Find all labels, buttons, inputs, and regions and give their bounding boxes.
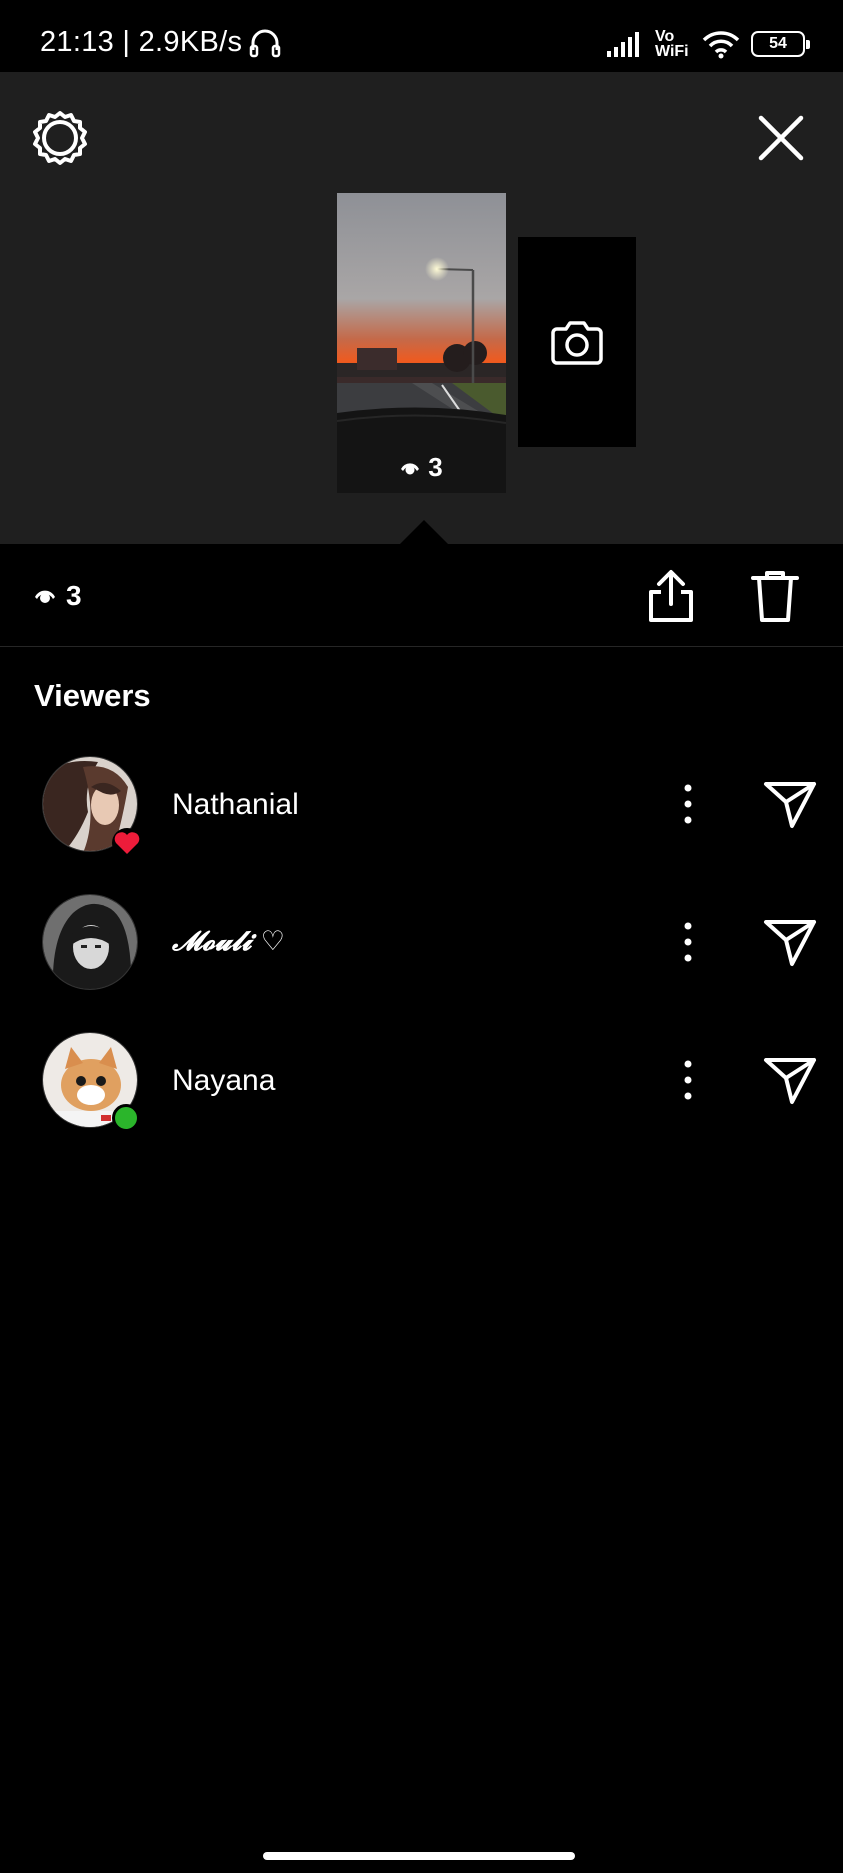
send-icon[interactable] xyxy=(762,1054,818,1106)
views-summary: 3 xyxy=(34,580,82,612)
reaction-badge xyxy=(112,828,142,858)
headphones-icon xyxy=(250,29,281,57)
close-icon[interactable] xyxy=(751,108,811,168)
story-preview-area: 3 xyxy=(0,72,843,544)
more-options-icon[interactable] xyxy=(668,1058,708,1102)
trash-icon[interactable] xyxy=(750,568,800,624)
send-icon[interactable] xyxy=(762,916,818,968)
send-icon[interactable] xyxy=(762,778,818,830)
story-image xyxy=(337,193,506,493)
battery-indicator: 54 xyxy=(751,31,810,57)
more-options-icon[interactable] xyxy=(668,920,708,964)
status-time-speed: 21:13 | 2.9KB/s xyxy=(40,26,243,58)
story-thumbnail[interactable]: 3 xyxy=(337,193,506,493)
action-row: 3 xyxy=(0,544,843,647)
viewer-name[interactable]: 𝓜𝓸𝓾𝓵𝓲 ♡ xyxy=(172,926,285,958)
viewers-heading: Viewers xyxy=(34,678,151,713)
wifi-icon xyxy=(702,31,740,59)
viewer-row[interactable]: Nayana xyxy=(0,1024,843,1134)
more-options-icon[interactable] xyxy=(668,782,708,826)
selection-pointer xyxy=(400,520,448,544)
status-right: Vo WiFi 54 xyxy=(605,26,810,62)
viewer-row[interactable]: Nathanial xyxy=(0,748,843,858)
gear-icon[interactable] xyxy=(30,108,90,168)
story-view-count: 3 xyxy=(337,452,506,483)
home-indicator[interactable] xyxy=(263,1852,575,1860)
battery-level: 54 xyxy=(769,35,787,52)
signal-icon xyxy=(607,32,639,57)
eye-icon xyxy=(401,462,420,474)
story-views-number: 3 xyxy=(428,452,443,482)
viewer-name[interactable]: Nayana xyxy=(172,1064,275,1098)
views-count-number: 3 xyxy=(66,580,82,611)
viewer-row[interactable]: 𝓜𝓸𝓾𝓵𝓲 ♡ xyxy=(0,886,843,996)
camera-icon xyxy=(551,321,603,365)
eye-icon xyxy=(35,590,55,603)
add-story-camera-tile[interactable] xyxy=(518,237,636,447)
heart-icon xyxy=(114,832,140,854)
online-status-badge xyxy=(112,1104,140,1132)
status-left: 21:13 | 2.9KB/s xyxy=(40,26,282,59)
viewer-name[interactable]: Nathanial xyxy=(172,788,299,822)
vowifi-label: Vo WiFi xyxy=(655,28,689,60)
share-icon[interactable] xyxy=(645,568,697,624)
status-bar: 21:13 | 2.9KB/s Vo WiFi 54 xyxy=(0,0,843,72)
avatar[interactable] xyxy=(42,894,138,990)
